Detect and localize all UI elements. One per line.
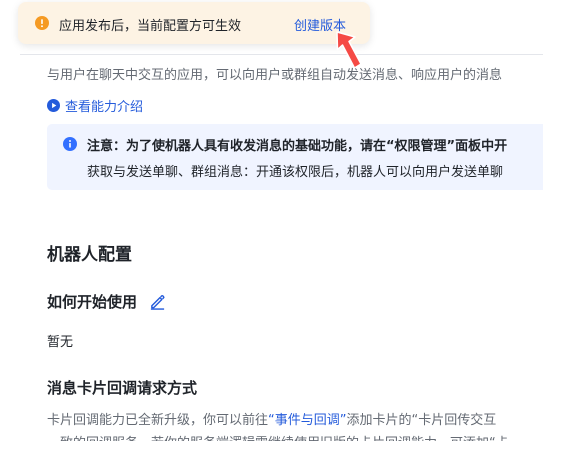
view-capability-link-label[interactable]: 查看能力介绍 — [65, 96, 143, 115]
publish-toast: 应用发布后，当前配置方可生效 创建版本 — [18, 2, 370, 44]
notice-label: 注意： — [87, 139, 127, 154]
view-capability-link[interactable]: 查看能力介绍 — [47, 96, 143, 115]
how-to-use-value: 暂无 — [47, 335, 74, 350]
warning-circle-icon — [35, 16, 49, 30]
app-description: 与用户在聊天中交互的应用，可以向用户或群组自动发送消息、响应用户的消息 — [47, 68, 503, 83]
notice-main-text: 为了使机器人具有收发消息的基础功能，请在“权限管理”面板中开 — [126, 139, 508, 154]
right-edge-mask — [543, 0, 570, 460]
robot-config-title: 机器人配置 — [47, 245, 132, 265]
card-callback-title: 消息卡片回调请求方式 — [47, 379, 198, 397]
how-to-use-title: 如何开始使用 — [47, 293, 138, 311]
card-callback-desc-suffix: 添加卡片的“卡片回传交互 — [346, 413, 497, 428]
pointer-arrow-icon — [336, 31, 362, 69]
event-callback-link[interactable]: “事件与回调” — [268, 413, 346, 428]
notice-banner: 注意：为了使机器人具有收发消息的基础功能，请在“权限管理”面板中开 获取与发送单… — [47, 124, 557, 190]
toast-message: 应用发布后，当前配置方可生效 — [59, 19, 242, 34]
card-callback-desc-line1: 卡片回调能力已全新升级，你可以前往“事件与回调”添加卡片的“卡片回传交互 — [47, 409, 496, 428]
main-content: 与用户在聊天中交互的应用，可以向用户或群组自动发送消息、响应用户的消息 查看能力… — [47, 0, 567, 460]
notice-text-line2: 获取与发送单聊、群组消息：开通该权限后，机器人可以向用户发送单聊 — [87, 165, 504, 180]
how-to-use-header: 如何开始使用 — [47, 291, 166, 312]
edit-pencil-icon[interactable] — [149, 293, 166, 310]
info-icon — [63, 137, 77, 151]
play-circle-icon — [47, 99, 60, 112]
card-callback-desc-prefix: 卡片回调能力已全新升级，你可以前往 — [47, 413, 269, 428]
bottom-edge-mask — [0, 441, 570, 460]
notice-text-line1: 注意：为了使机器人具有收发消息的基础功能，请在“权限管理”面板中开 — [87, 135, 507, 154]
